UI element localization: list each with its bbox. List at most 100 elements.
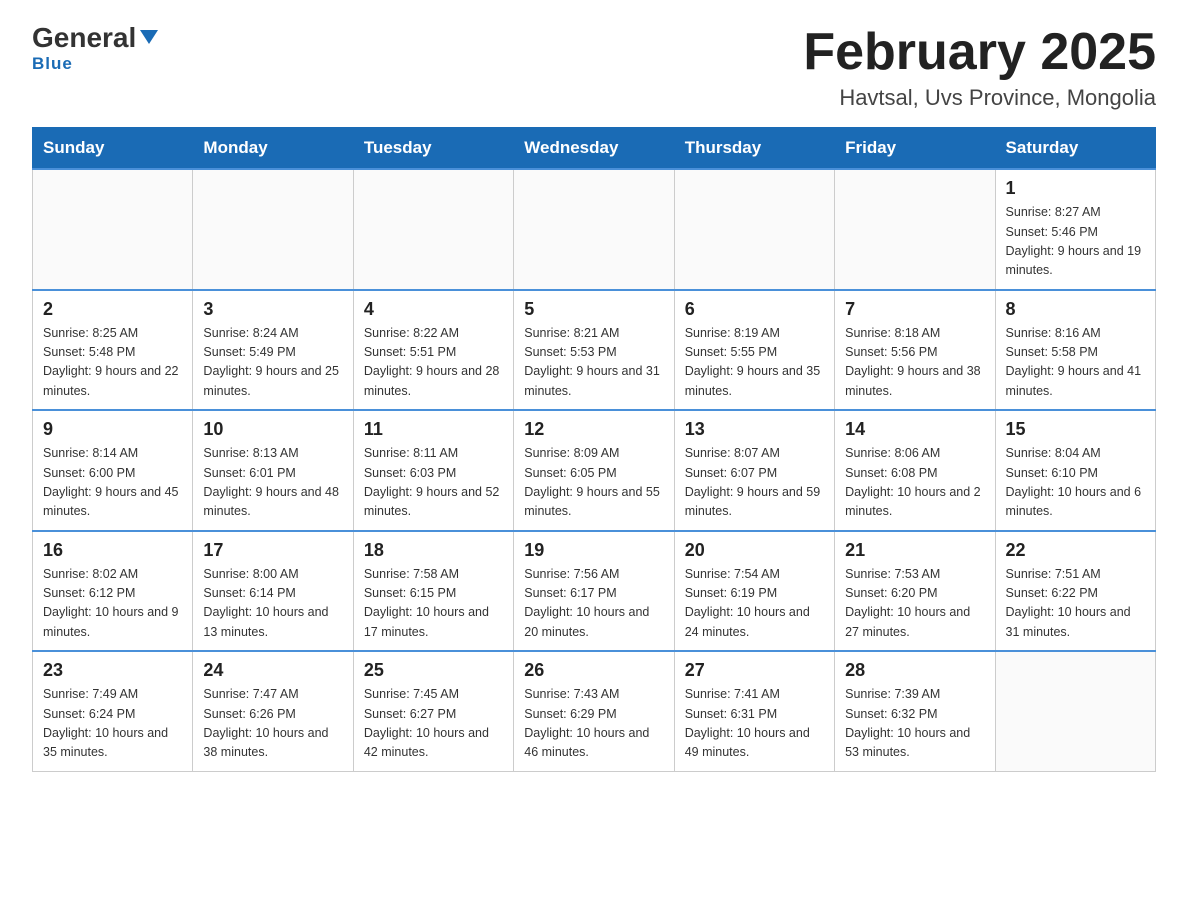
calendar-subtitle: Havtsal, Uvs Province, Mongolia [803, 85, 1156, 111]
day-number: 23 [43, 660, 182, 681]
calendar-cell: 28 Sunrise: 7:39 AMSunset: 6:32 PMDayligh… [835, 651, 995, 771]
day-number: 25 [364, 660, 503, 681]
calendar-cell [514, 169, 674, 290]
calendar-cell: 20 Sunrise: 7:54 AMSunset: 6:19 PMDayligh… [674, 531, 834, 652]
day-number: 21 [845, 540, 984, 561]
calendar-cell: 2 Sunrise: 8:25 AMSunset: 5:48 PMDaylight… [33, 290, 193, 411]
calendar-cell [33, 169, 193, 290]
calendar-week-row: 2 Sunrise: 8:25 AMSunset: 5:48 PMDaylight… [33, 290, 1156, 411]
calendar-cell: 19 Sunrise: 7:56 AMSunset: 6:17 PMDayligh… [514, 531, 674, 652]
day-number: 28 [845, 660, 984, 681]
col-sunday: Sunday [33, 128, 193, 170]
day-number: 19 [524, 540, 663, 561]
day-info: Sunrise: 8:25 AMSunset: 5:48 PMDaylight:… [43, 324, 182, 402]
calendar-cell: 5 Sunrise: 8:21 AMSunset: 5:53 PMDaylight… [514, 290, 674, 411]
day-info: Sunrise: 7:51 AMSunset: 6:22 PMDaylight:… [1006, 565, 1145, 643]
day-info: Sunrise: 8:04 AMSunset: 6:10 PMDaylight:… [1006, 444, 1145, 522]
day-number: 14 [845, 419, 984, 440]
day-number: 26 [524, 660, 663, 681]
col-tuesday: Tuesday [353, 128, 513, 170]
day-info: Sunrise: 7:43 AMSunset: 6:29 PMDaylight:… [524, 685, 663, 763]
day-number: 13 [685, 419, 824, 440]
day-number: 27 [685, 660, 824, 681]
day-number: 22 [1006, 540, 1145, 561]
calendar-cell: 26 Sunrise: 7:43 AMSunset: 6:29 PMDayligh… [514, 651, 674, 771]
logo-blue: Blue [32, 54, 73, 74]
day-number: 15 [1006, 419, 1145, 440]
day-number: 6 [685, 299, 824, 320]
calendar-cell: 11 Sunrise: 8:11 AMSunset: 6:03 PMDayligh… [353, 410, 513, 531]
calendar-cell [995, 651, 1155, 771]
calendar-week-row: 1 Sunrise: 8:27 AMSunset: 5:46 PMDaylight… [33, 169, 1156, 290]
day-number: 12 [524, 419, 663, 440]
calendar-cell: 4 Sunrise: 8:22 AMSunset: 5:51 PMDaylight… [353, 290, 513, 411]
calendar-cell: 21 Sunrise: 7:53 AMSunset: 6:20 PMDayligh… [835, 531, 995, 652]
day-info: Sunrise: 7:53 AMSunset: 6:20 PMDaylight:… [845, 565, 984, 643]
calendar-cell: 23 Sunrise: 7:49 AMSunset: 6:24 PMDayligh… [33, 651, 193, 771]
calendar-cell [835, 169, 995, 290]
day-info: Sunrise: 8:27 AMSunset: 5:46 PMDaylight:… [1006, 203, 1145, 281]
day-info: Sunrise: 8:07 AMSunset: 6:07 PMDaylight:… [685, 444, 824, 522]
day-number: 9 [43, 419, 182, 440]
calendar-cell: 13 Sunrise: 8:07 AMSunset: 6:07 PMDayligh… [674, 410, 834, 531]
col-thursday: Thursday [674, 128, 834, 170]
calendar-cell: 12 Sunrise: 8:09 AMSunset: 6:05 PMDayligh… [514, 410, 674, 531]
col-friday: Friday [835, 128, 995, 170]
col-wednesday: Wednesday [514, 128, 674, 170]
day-info: Sunrise: 7:45 AMSunset: 6:27 PMDaylight:… [364, 685, 503, 763]
calendar-week-row: 23 Sunrise: 7:49 AMSunset: 6:24 PMDayligh… [33, 651, 1156, 771]
day-info: Sunrise: 7:54 AMSunset: 6:19 PMDaylight:… [685, 565, 824, 643]
calendar-cell: 17Sunrise: 8:00 AMSunset: 6:14 PMDayligh… [193, 531, 353, 652]
calendar-cell [353, 169, 513, 290]
calendar-cell: 9Sunrise: 8:14 AMSunset: 6:00 PMDaylight… [33, 410, 193, 531]
calendar-cell: 1 Sunrise: 8:27 AMSunset: 5:46 PMDaylight… [995, 169, 1155, 290]
day-info: Sunrise: 7:49 AMSunset: 6:24 PMDaylight:… [43, 685, 182, 763]
day-number: 2 [43, 299, 182, 320]
calendar-cell: 24Sunrise: 7:47 AMSunset: 6:26 PMDayligh… [193, 651, 353, 771]
calendar-cell [193, 169, 353, 290]
day-info: Sunrise: 8:21 AMSunset: 5:53 PMDaylight:… [524, 324, 663, 402]
day-info: Sunrise: 7:58 AMSunset: 6:15 PMDaylight:… [364, 565, 503, 643]
day-number: 20 [685, 540, 824, 561]
day-info: Sunrise: 8:24 AMSunset: 5:49 PMDaylight:… [203, 324, 342, 402]
calendar-cell: 18Sunrise: 7:58 AMSunset: 6:15 PMDayligh… [353, 531, 513, 652]
calendar-week-row: 16 Sunrise: 8:02 AMSunset: 6:12 PMDayligh… [33, 531, 1156, 652]
calendar-cell: 3 Sunrise: 8:24 AMSunset: 5:49 PMDaylight… [193, 290, 353, 411]
day-number: 1 [1006, 178, 1145, 199]
calendar-table: Sunday Monday Tuesday Wednesday Thursday… [32, 127, 1156, 772]
day-number: 10 [203, 419, 342, 440]
day-number: 16 [43, 540, 182, 561]
day-number: 24 [203, 660, 342, 681]
calendar-cell: 8 Sunrise: 8:16 AMSunset: 5:58 PMDaylight… [995, 290, 1155, 411]
day-info: Sunrise: 8:16 AMSunset: 5:58 PMDaylight:… [1006, 324, 1145, 402]
day-number: 7 [845, 299, 984, 320]
day-info: Sunrise: 7:56 AMSunset: 6:17 PMDaylight:… [524, 565, 663, 643]
day-info: Sunrise: 8:09 AMSunset: 6:05 PMDaylight:… [524, 444, 663, 522]
calendar-cell: 10Sunrise: 8:13 AMSunset: 6:01 PMDayligh… [193, 410, 353, 531]
day-info: Sunrise: 8:02 AMSunset: 6:12 PMDaylight:… [43, 565, 182, 643]
calendar-cell: 16 Sunrise: 8:02 AMSunset: 6:12 PMDayligh… [33, 531, 193, 652]
calendar-title: February 2025 [803, 24, 1156, 81]
day-info: Sunrise: 8:19 AMSunset: 5:55 PMDaylight:… [685, 324, 824, 402]
col-saturday: Saturday [995, 128, 1155, 170]
calendar-cell: 22 Sunrise: 7:51 AMSunset: 6:22 PMDayligh… [995, 531, 1155, 652]
logo-triangle-icon [138, 26, 160, 46]
day-info: Sunrise: 8:06 AMSunset: 6:08 PMDaylight:… [845, 444, 984, 522]
day-info: Sunrise: 8:18 AMSunset: 5:56 PMDaylight:… [845, 324, 984, 402]
day-number: 3 [203, 299, 342, 320]
calendar-cell: 7 Sunrise: 8:18 AMSunset: 5:56 PMDaylight… [835, 290, 995, 411]
day-info: Sunrise: 8:11 AMSunset: 6:03 PMDaylight:… [364, 444, 503, 522]
logo-general: General [32, 24, 136, 52]
day-info: Sunrise: 8:22 AMSunset: 5:51 PMDaylight:… [364, 324, 503, 402]
day-number: 8 [1006, 299, 1145, 320]
calendar-cell: 27Sunrise: 7:41 AMSunset: 6:31 PMDayligh… [674, 651, 834, 771]
day-number: 4 [364, 299, 503, 320]
calendar-header-row: Sunday Monday Tuesday Wednesday Thursday… [33, 128, 1156, 170]
calendar-cell: 15 Sunrise: 8:04 AMSunset: 6:10 PMDayligh… [995, 410, 1155, 531]
page-header: General Blue February 2025 Havtsal, Uvs … [32, 24, 1156, 111]
day-number: 5 [524, 299, 663, 320]
calendar-cell [674, 169, 834, 290]
calendar-cell: 14 Sunrise: 8:06 AMSunset: 6:08 PMDayligh… [835, 410, 995, 531]
day-number: 11 [364, 419, 503, 440]
day-info: Sunrise: 7:39 AMSunset: 6:32 PMDaylight:… [845, 685, 984, 763]
